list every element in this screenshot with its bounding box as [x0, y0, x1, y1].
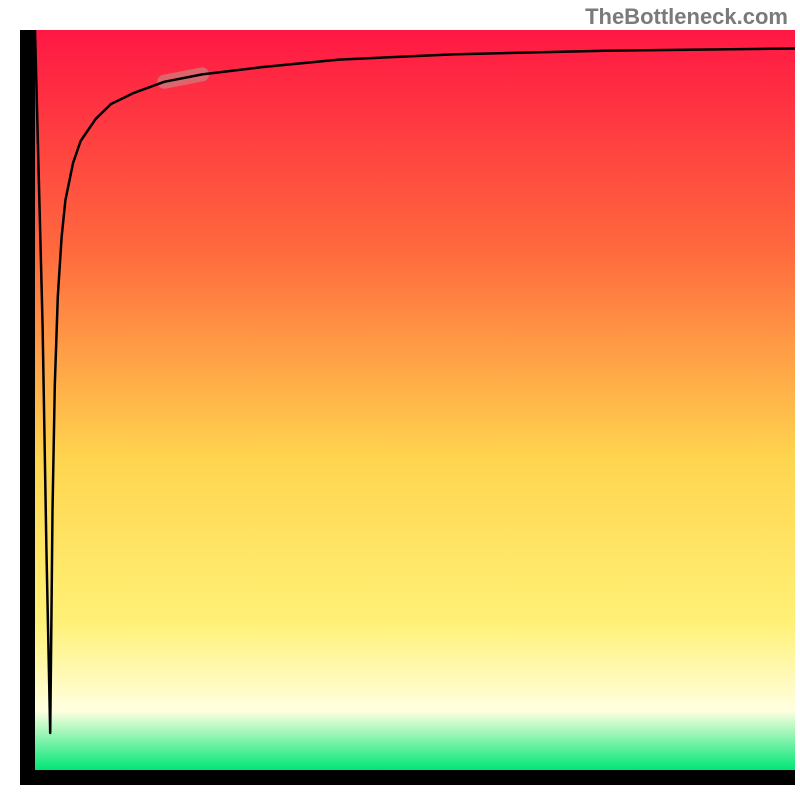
x-axis-bar: [20, 770, 795, 785]
attribution-label: TheBottleneck.com: [585, 4, 788, 30]
chart-container: TheBottleneck.com: [0, 0, 800, 800]
bottleneck-chart: [0, 0, 800, 800]
plot-background: [35, 30, 795, 770]
y-axis-bar: [20, 30, 35, 770]
